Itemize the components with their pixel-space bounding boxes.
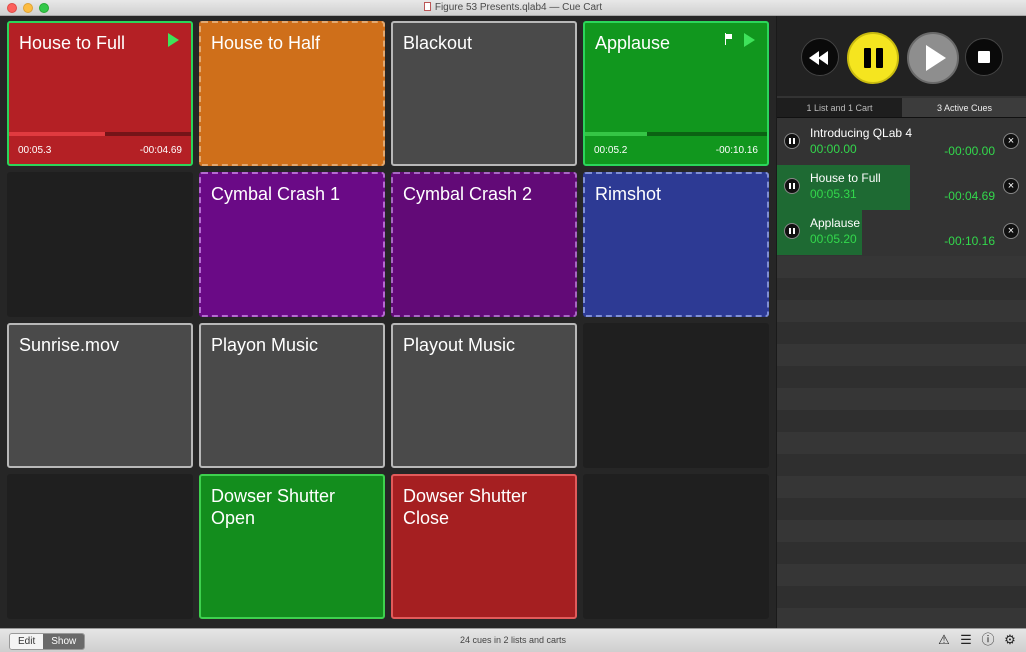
tile-elapsed-time: 00:05.2 [594,145,628,156]
window-title-text: Figure 53 Presents.qlab4 — Cue Cart [434,2,603,13]
stop-cue-close-icon[interactable]: × [1003,178,1019,194]
window-title: Figure 53 Presents.qlab4 — Cue Cart [0,2,1026,13]
tile-label: Dowser Shutter Open [211,486,336,528]
panel-tabs: 1 List and 1 Cart 3 Active Cues [777,98,1026,118]
gear-icon[interactable]: ⚙ [1002,632,1018,648]
cart-tile-house-to-full[interactable]: House to Full 00:05.3 -00:04.69 [7,21,193,166]
list-icon[interactable]: ☰ [958,632,974,648]
pause-cue-button[interactable] [784,178,800,194]
playing-icon [744,33,755,47]
tab-active-cues[interactable]: 3 Active Cues [902,98,1026,117]
window-titlebar: Figure 53 Presents.qlab4 — Cue Cart [0,0,1026,16]
cart-tile-rimshot[interactable]: Rimshot [583,172,769,317]
pause-button[interactable] [847,32,899,84]
empty-cart-slot[interactable] [7,474,193,619]
cart-tile-cymbal-crash-1[interactable]: Cymbal Crash 1 [199,172,385,317]
active-cue-remaining: -00:00.00 [944,144,995,158]
info-icon[interactable]: ⓘ [980,632,996,648]
cart-tile-house-to-half[interactable]: House to Half [199,21,385,166]
tile-label: Cymbal Crash 2 [403,184,533,204]
stop-cue-close-icon[interactable]: × [1003,133,1019,149]
empty-cart-slot[interactable] [583,323,769,468]
stop-cue-close-icon[interactable]: × [1003,223,1019,239]
tile-label: House to Full [19,33,126,53]
tab-lists-and-carts[interactable]: 1 List and 1 Cart [777,98,902,117]
active-cue-row[interactable]: House to Full 00:05.31 -00:04.69 × [777,165,1026,210]
pause-icon [864,48,871,68]
tile-label: Playon Music [211,335,319,355]
empty-cart-slot[interactable] [7,172,193,317]
active-cues-list: Introducing QLab 4 00:00.00 -00:00.00 × … [777,120,1026,255]
tile-label: Sunrise.mov [19,335,120,355]
go-button[interactable] [907,32,959,84]
pause-cue-button[interactable] [784,133,800,149]
active-cue-elapsed: 00:05.20 [810,232,857,246]
tile-label: Cymbal Crash 1 [211,184,341,204]
pause-icon-part [876,48,883,68]
pause-cue-button[interactable] [784,223,800,239]
cart-tile-dowser-shutter-open[interactable]: Dowser Shutter Open [199,474,385,619]
tile-remaining-time: -00:04.69 [139,145,182,156]
document-icon [423,2,431,11]
active-cue-name: Introducing QLab 4 [810,126,913,140]
tile-progress-bar [585,132,767,136]
cart-tile-playout-music[interactable]: Playout Music [391,323,577,468]
tile-label: Blackout [403,33,473,53]
active-cues-panel: 1 List and 1 Cart 3 Active Cues Introduc… [776,16,1026,628]
active-cue-remaining: -00:10.16 [944,234,995,248]
active-cue-remaining: -00:04.69 [944,189,995,203]
rewind-icon-part [818,51,828,65]
active-cue-row[interactable]: Introducing QLab 4 00:00.00 -00:00.00 × [777,120,1026,165]
tile-label: House to Half [211,33,321,53]
active-cue-name: House to Full [810,171,881,185]
tile-label: Playout Music [403,335,516,355]
cue-count-status: 24 cues in 2 lists and carts [459,635,567,645]
cart-tile-blackout[interactable]: Blackout [391,21,577,166]
play-icon [926,45,946,71]
tile-label: Rimshot [595,184,662,204]
tile-remaining-time: -00:10.16 [715,145,758,156]
empty-list-area [777,256,1026,628]
transport-controls [777,16,1026,96]
cue-cart-grid: House to Full 00:05.3 -00:04.69 House to… [0,16,776,628]
tile-elapsed-time: 00:05.3 [18,145,52,156]
empty-cart-slot[interactable] [583,474,769,619]
status-icons: ⚠ ☰ ⓘ ⚙ [936,632,1018,648]
cart-tile-sunrise-mov[interactable]: Sunrise.mov [7,323,193,468]
active-cue-elapsed: 00:05.31 [810,187,857,201]
cart-tile-cymbal-crash-2[interactable]: Cymbal Crash 2 [391,172,577,317]
active-cue-name: Applause [810,216,861,230]
tile-label: Dowser Shutter Close [403,486,528,528]
rewind-button[interactable] [801,38,839,76]
stop-icon [978,51,990,63]
tile-progress-bar [9,132,191,136]
flag-icon [725,33,733,45]
warning-icon[interactable]: ⚠ [936,632,952,648]
active-cue-row[interactable]: Applause 00:05.20 -00:10.16 × [777,210,1026,255]
playing-icon [168,33,179,47]
cart-tile-dowser-shutter-close[interactable]: Dowser Shutter Close [391,474,577,619]
active-cue-elapsed: 00:00.00 [810,142,857,156]
status-bar: Edit Show 24 cues in 2 lists and carts ⚠… [0,628,1026,652]
stop-button[interactable] [965,38,1003,76]
cart-tile-applause[interactable]: Applause 00:05.2 -00:10.16 [583,21,769,166]
cart-tile-playon-music[interactable]: Playon Music [199,323,385,468]
